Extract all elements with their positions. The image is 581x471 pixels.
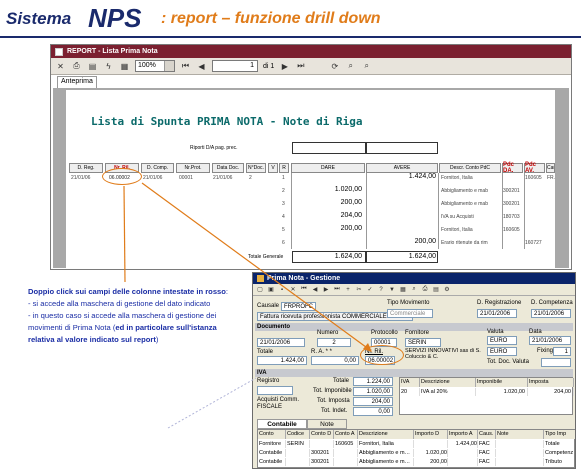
connector-arrows	[123, 182, 372, 429]
arrow-down-line	[123, 185, 126, 283]
dashed-pointer-line	[167, 377, 257, 429]
arrow-diagonal-line	[141, 182, 371, 351]
arrow-head	[363, 343, 372, 352]
